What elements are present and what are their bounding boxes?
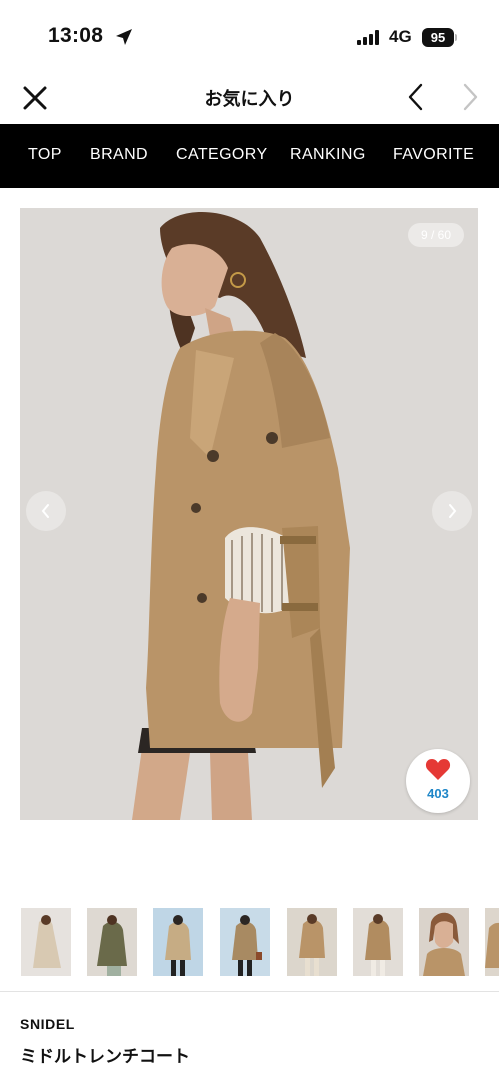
status-bar: 13:08 4G 95 [0, 0, 499, 70]
header: お気に入り [0, 70, 499, 124]
heart-icon [425, 759, 451, 780]
location-arrow-icon [116, 29, 132, 45]
product-name: ミドルトレンチコート [20, 1047, 190, 1067]
thumbnail[interactable] [21, 908, 71, 976]
chevron-right-icon[interactable] [458, 82, 482, 112]
signal-bars-icon [357, 30, 383, 45]
nav-item-favorite[interactable]: FAVORITE [393, 146, 474, 164]
model-photo [20, 208, 478, 820]
nav-item-category[interactable]: CATEGORY [176, 146, 268, 164]
chevron-right-icon [449, 504, 457, 518]
brand-name[interactable]: SNIDEL [20, 1016, 75, 1032]
chevron-left-icon[interactable] [404, 82, 428, 112]
gallery-next-button[interactable] [432, 491, 472, 531]
status-time: 13:08 [48, 24, 104, 47]
thumbnail[interactable] [485, 908, 499, 976]
divider [0, 991, 499, 992]
gallery-prev-button[interactable] [26, 491, 66, 531]
network-label: 4G [389, 27, 412, 46]
thumbnail-strip [0, 908, 499, 976]
global-nav: TOP BRAND CATEGORY RANKING FAVORITE [0, 124, 499, 188]
thumbnail[interactable] [153, 908, 203, 976]
nav-item-top[interactable]: TOP [28, 146, 62, 164]
nav-item-brand[interactable]: BRAND [90, 146, 148, 164]
thumbnail[interactable] [287, 908, 337, 976]
nav-item-ranking[interactable]: RANKING [290, 146, 366, 164]
thumbnail[interactable] [220, 908, 270, 976]
thumbnail[interactable] [87, 908, 137, 976]
image-counter: 9 / 60 [407, 223, 464, 247]
favorite-button[interactable]: 403 [406, 749, 470, 813]
battery-tip [455, 34, 457, 41]
product-main-image[interactable]: 9 / 60 403 [20, 208, 478, 820]
chevron-left-icon [41, 504, 49, 518]
favorite-count: 403 [427, 786, 449, 801]
battery-icon: 95 [422, 28, 454, 47]
thumbnail[interactable] [353, 908, 403, 976]
thumbnail[interactable] [419, 908, 469, 976]
